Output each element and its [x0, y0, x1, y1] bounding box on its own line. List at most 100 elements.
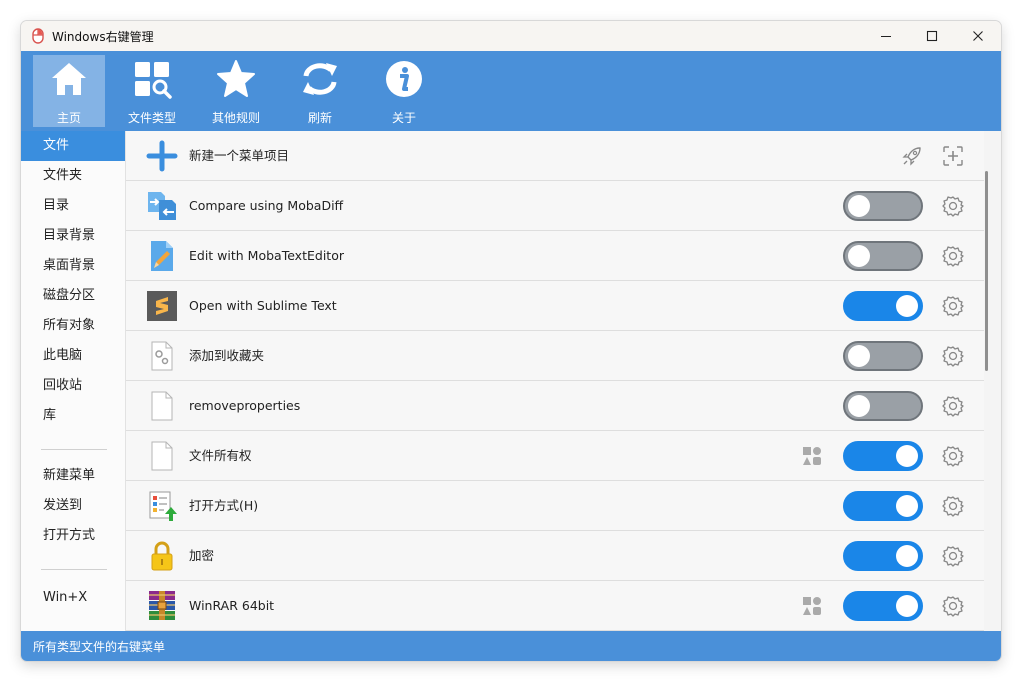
scrollbar-thumb[interactable]	[985, 171, 988, 371]
menu-item-toggle[interactable]	[843, 491, 923, 521]
status-text: 所有类型文件的右键菜单	[33, 640, 166, 654]
sidebar-item-desktop-background[interactable]: 桌面背景	[21, 251, 125, 281]
tool-other-rules-label: 其他规则	[211, 111, 260, 125]
gear-icon[interactable]	[942, 545, 964, 567]
menu-item-toggle[interactable]	[843, 191, 923, 221]
menu-item-list: 新建一个菜单项目 Compare using MobaDiff Edit wit…	[126, 131, 1001, 631]
sidebar-item-winx[interactable]: Win+X	[21, 583, 125, 613]
menu-item-toggle[interactable]	[843, 341, 923, 371]
toggle-knob	[896, 595, 918, 617]
sidebar-divider	[41, 569, 107, 570]
lock-icon	[151, 541, 173, 571]
menu-item-toggle[interactable]	[843, 391, 923, 421]
new-item-label: 新建一个菜单项目	[189, 148, 290, 163]
sidebar-item-file[interactable]: 文件	[21, 131, 125, 161]
gear-icon[interactable]	[942, 195, 964, 217]
gear-icon[interactable]	[942, 345, 964, 367]
sidebar-item-drive[interactable]: 磁盘分区	[21, 281, 125, 311]
blank-file-icon	[151, 441, 173, 471]
menu-item-label: 文件所有权	[189, 448, 252, 463]
toggle-knob	[896, 295, 918, 317]
gear-icon[interactable]	[942, 245, 964, 267]
rocket-icon[interactable]	[901, 145, 923, 167]
toggle-knob	[896, 445, 918, 467]
add-frame-icon[interactable]	[942, 145, 964, 167]
gear-icon[interactable]	[942, 495, 964, 517]
open-with-icon	[149, 491, 177, 521]
add-icon	[146, 140, 178, 172]
menu-item-toggle[interactable]	[843, 241, 923, 271]
toggle-knob	[848, 395, 870, 417]
menu-item-label: 添加到收藏夹	[189, 348, 265, 363]
maximize-icon	[926, 30, 938, 42]
menu-item-label: Open with Sublime Text	[189, 298, 337, 313]
sidebar-divider	[41, 449, 107, 450]
menu-item-row[interactable]: 添加到收藏夹	[126, 331, 984, 381]
sidebar: 文件 文件夹 目录 目录背景 桌面背景 磁盘分区 所有对象 此电脑 回收站 库 …	[21, 131, 126, 631]
menu-item-row[interactable]: 打开方式(H)	[126, 481, 984, 531]
window-title: Windows右键管理	[52, 30, 154, 44]
blank-file-icon	[151, 391, 173, 421]
tool-about-label: 关于	[391, 111, 416, 125]
gear-icon[interactable]	[942, 295, 964, 317]
shapes-icon[interactable]	[802, 596, 822, 616]
sidebar-item-open-with[interactable]: 打开方式	[21, 521, 125, 551]
home-icon	[52, 63, 86, 95]
menu-item-row[interactable]: 文件所有权	[126, 431, 984, 481]
minimize-button[interactable]	[863, 21, 909, 51]
sidebar-item-folder[interactable]: 文件夹	[21, 161, 125, 191]
menu-item-row[interactable]: Compare using MobaDiff	[126, 181, 984, 231]
toggle-knob	[848, 245, 870, 267]
sidebar-item-directory-background[interactable]: 目录背景	[21, 221, 125, 251]
menu-item-row[interactable]: WinRAR 64bit	[126, 581, 984, 631]
shapes-icon[interactable]	[802, 446, 822, 466]
mobatexteditor-icon	[151, 241, 173, 271]
close-button[interactable]	[955, 21, 1001, 51]
toggle-knob	[896, 545, 918, 567]
menu-item-toggle[interactable]	[843, 541, 923, 571]
tool-refresh[interactable]: 刷新	[284, 55, 356, 127]
sidebar-item-this-pc[interactable]: 此电脑	[21, 341, 125, 371]
sidebar-item-directory[interactable]: 目录	[21, 191, 125, 221]
gear-icon[interactable]	[942, 595, 964, 617]
tool-file-types-label: 文件类型	[127, 111, 176, 125]
sidebar-item-all-objects[interactable]: 所有对象	[21, 311, 125, 341]
menu-item-row[interactable]: Open with Sublime Text	[126, 281, 984, 331]
menu-item-label: 加密	[189, 548, 215, 563]
toggle-knob	[848, 345, 870, 367]
tool-refresh-label: 刷新	[307, 111, 332, 125]
minimize-icon	[881, 35, 891, 38]
tool-home[interactable]: 主页	[33, 55, 105, 127]
menu-item-toggle[interactable]	[843, 591, 923, 621]
gear-icon[interactable]	[942, 395, 964, 417]
mobadiff-icon	[148, 192, 176, 220]
info-icon	[386, 61, 422, 97]
tool-about[interactable]: 关于	[368, 55, 440, 127]
toggle-knob	[896, 495, 918, 517]
star-icon	[217, 60, 255, 97]
menu-item-row[interactable]: 加密	[126, 531, 984, 581]
app-window: Windows右键管理 主页 文件类型 其他规则 刷新 关于 文件 文件夹 目录…	[21, 21, 1001, 661]
sublime-icon	[147, 291, 177, 321]
sidebar-item-library[interactable]: 库	[21, 401, 125, 431]
sidebar-item-recycle-bin[interactable]: 回收站	[21, 371, 125, 401]
menu-item-row[interactable]: Edit with MobaTextEditor	[126, 231, 984, 281]
sidebar-item-new-menu[interactable]: 新建菜单	[21, 461, 125, 491]
menu-item-label: 打开方式(H)	[189, 498, 259, 513]
menu-item-label: Compare using MobaDiff	[189, 198, 344, 213]
winrar-icon	[149, 591, 175, 620]
menu-item-toggle[interactable]	[843, 291, 923, 321]
tool-file-types[interactable]: 文件类型	[116, 55, 188, 127]
tool-other-rules[interactable]: 其他规则	[200, 55, 272, 127]
toggle-knob	[848, 195, 870, 217]
file-types-icon	[135, 62, 172, 99]
refresh-icon	[303, 63, 337, 95]
maximize-button[interactable]	[909, 21, 955, 51]
tool-home-label: 主页	[56, 111, 81, 125]
sidebar-item-send-to[interactable]: 发送到	[21, 491, 125, 521]
status-bar: 所有类型文件的右键菜单	[21, 631, 1001, 661]
menu-item-row[interactable]: removeproperties	[126, 381, 984, 431]
gear-icon[interactable]	[942, 445, 964, 467]
new-item-row[interactable]: 新建一个菜单项目	[126, 131, 984, 181]
menu-item-toggle[interactable]	[843, 441, 923, 471]
